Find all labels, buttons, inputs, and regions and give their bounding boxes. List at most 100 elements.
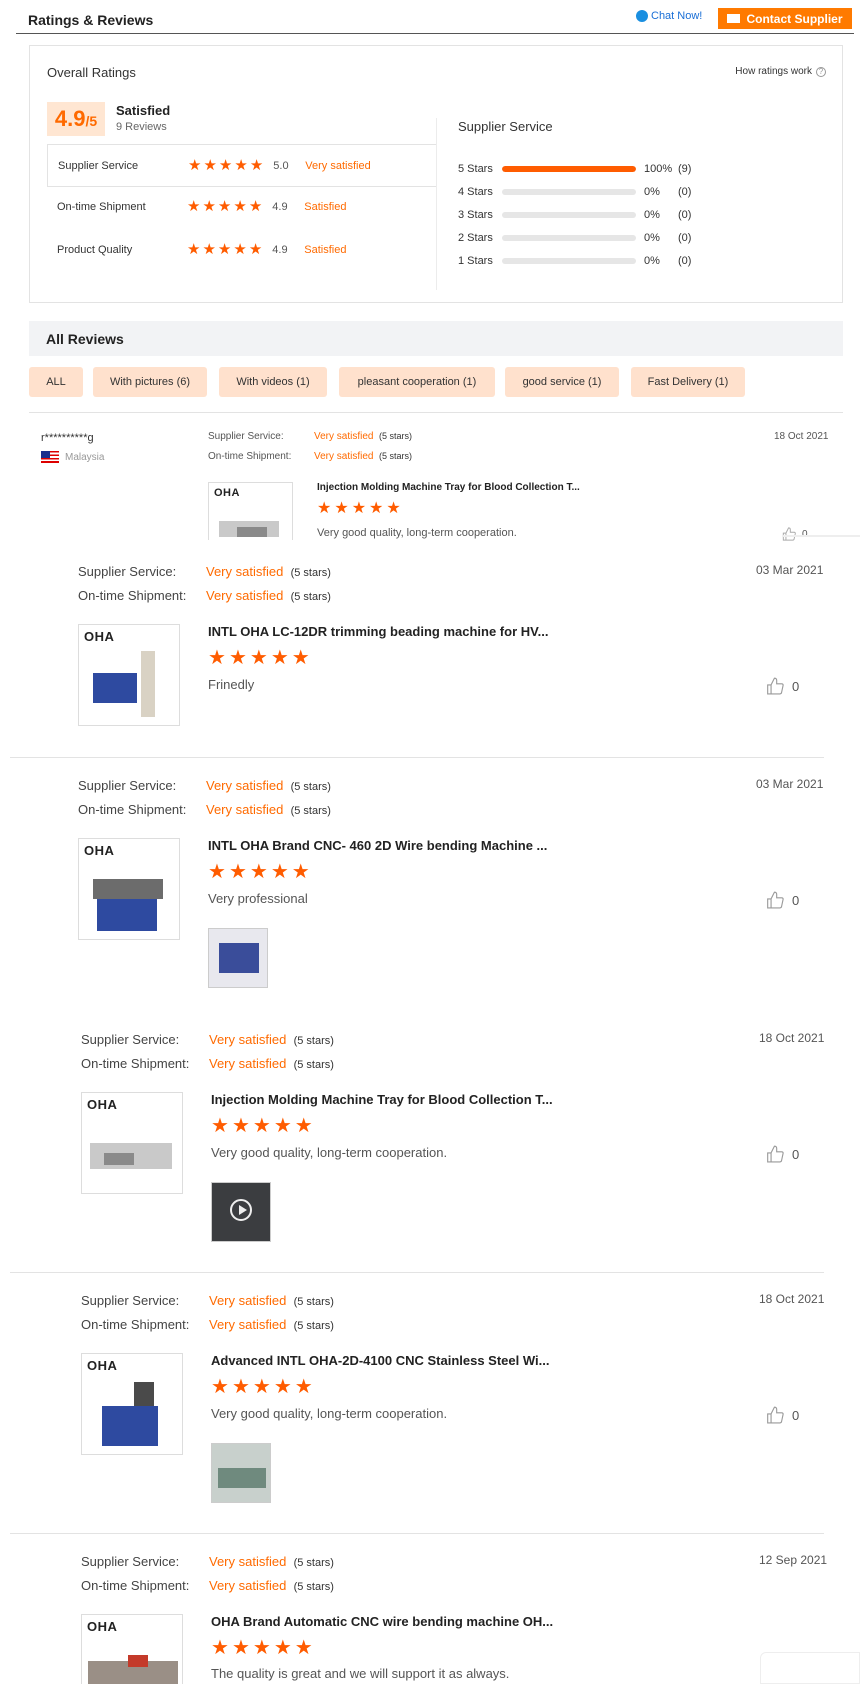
divider xyxy=(10,1272,824,1273)
product-title-link[interactable]: Injection Molding Machine Tray for Blood… xyxy=(317,482,580,493)
meta-stars: (5 stars) xyxy=(290,805,331,817)
product-title-link[interactable]: INTL OHA Brand CNC- 460 2D Wire bending … xyxy=(208,838,547,853)
machine-image xyxy=(102,1406,158,1446)
machine-image xyxy=(134,1382,154,1406)
breakdown-bar-2[interactable]: 2 Stars 0% (0) xyxy=(458,230,691,246)
filter-chip-good-service[interactable]: good service (1) xyxy=(505,367,619,397)
product-title-link[interactable]: Advanced INTL OHA-2D-4100 CNC Stainless … xyxy=(211,1353,549,1368)
meta-value: Very satisfied xyxy=(206,564,284,579)
like-button[interactable]: 0 xyxy=(766,1145,799,1163)
chat-now-link[interactable]: Chat Now! xyxy=(636,10,702,22)
review-comment: Very good quality, long-term cooperation… xyxy=(317,527,517,539)
filter-chip-all[interactable]: ALL xyxy=(29,367,83,397)
filter-chip-with-pictures[interactable]: With pictures (6) xyxy=(93,367,207,397)
like-button[interactable]: 0 xyxy=(782,527,808,541)
star-icon: ★ xyxy=(208,647,226,669)
thumbs-up-icon xyxy=(782,527,796,541)
rating-row-score: 5.0 xyxy=(273,159,289,172)
product-title-link[interactable]: Injection Molding Machine Tray for Blood… xyxy=(211,1092,553,1107)
product-thumbnail[interactable]: OHA xyxy=(78,624,180,726)
section-title: Ratings & Reviews xyxy=(28,12,154,28)
like-count: 0 xyxy=(792,892,800,908)
rating-row-word: Satisfied xyxy=(304,200,347,213)
rating-row-score: 4.9 xyxy=(272,243,288,256)
breakdown-count: (0) xyxy=(678,186,692,198)
rating-row-label: Product Quality xyxy=(57,243,133,256)
review-star-rating: ★ ★ ★ ★ ★ xyxy=(208,862,310,882)
progress-track xyxy=(502,166,636,172)
star-icon: ★ xyxy=(217,241,232,258)
breakdown-count: (9) xyxy=(678,163,692,175)
contact-supplier-button[interactable]: Contact Supplier xyxy=(718,8,852,29)
meta-value: Very satisfied xyxy=(206,802,284,817)
product-title-link[interactable]: OHA Brand Automatic CNC wire bending mac… xyxy=(211,1614,553,1629)
like-button[interactable]: 0 xyxy=(766,1406,799,1424)
filter-chip-fast-delivery[interactable]: Fast Delivery (1) xyxy=(631,367,745,397)
brand-logo: OHA xyxy=(87,1358,118,1373)
rating-row-ontime-shipment[interactable]: On-time Shipment ★ ★ ★ ★ ★ 4.9 Satisfied xyxy=(47,185,436,228)
ontime-shipment-line: On-time Shipment: Very satisfied (5 stars… xyxy=(81,1317,334,1332)
product-thumbnail[interactable]: OHA xyxy=(78,838,180,940)
breakdown-label: 1 Stars xyxy=(458,255,493,267)
rating-row-product-quality[interactable]: Product Quality ★ ★ ★ ★ ★ 4.9 Satisfied xyxy=(47,228,436,271)
contact-supplier-label: Contact Supplier xyxy=(746,11,843,26)
meta-stars: (5 stars) xyxy=(293,1059,334,1071)
meta-stars: (5 stars) xyxy=(290,591,331,603)
breakdown-bar-4[interactable]: 4 Stars 0% (0) xyxy=(458,184,691,200)
like-button[interactable]: 0 xyxy=(766,677,799,695)
product-thumbnail[interactable]: OHA xyxy=(81,1353,183,1455)
product-thumbnail[interactable]: OHA xyxy=(81,1092,183,1194)
how-ratings-work-link[interactable]: How ratings work ? xyxy=(735,66,826,77)
rating-row-word: Satisfied xyxy=(304,243,347,256)
meta-key: On-time Shipment: xyxy=(81,1056,190,1071)
breakdown-bar-1[interactable]: 1 Stars 0% (0) xyxy=(458,253,691,269)
review-comment: The quality is great and we will support… xyxy=(211,1666,510,1681)
reviewer-country: Malaysia xyxy=(41,451,104,463)
star-icon: ★ xyxy=(334,500,349,517)
meta-key: On-time Shipment: xyxy=(78,588,187,603)
star-icon: ★ xyxy=(228,861,247,883)
review-date: 03 Mar 2021 xyxy=(756,777,824,791)
star-icon: ★ xyxy=(351,500,367,517)
chat-icon xyxy=(636,10,648,22)
star-icon: ★ xyxy=(273,1637,292,1659)
star-icon: ★ xyxy=(291,861,310,883)
meta-stars: (5 stars) xyxy=(293,1296,334,1308)
star-icon: ★ xyxy=(231,1115,250,1137)
meta-value: Very satisfied xyxy=(209,1056,287,1071)
breakdown-bar-5[interactable]: 5 Stars 100% (9) xyxy=(458,161,691,177)
product-thumbnail[interactable]: OHA xyxy=(208,482,293,540)
breakdown-bar-3[interactable]: 3 Stars 0% (0) xyxy=(458,207,691,223)
rating-row-supplier-service[interactable]: Supplier Service ★ ★ ★ ★ ★ 5.0 Very satisfie… xyxy=(47,144,436,187)
breakdown-percent: 100% xyxy=(644,163,673,175)
star-icon: ★ xyxy=(248,241,263,258)
rating-row-label: On-time Shipment xyxy=(57,200,146,213)
supplier-service-line: Supplier Service: Very satisfied (5 stars… xyxy=(81,1293,334,1308)
meta-key: Supplier Service: xyxy=(208,431,284,442)
filter-chip-pleasant-cooperation[interactable]: pleasant cooperation (1) xyxy=(339,367,495,397)
filter-chip-with-videos[interactable]: With videos (1) xyxy=(219,367,327,397)
machine-image xyxy=(93,673,137,703)
meta-key: On-time Shipment: xyxy=(78,802,187,817)
product-thumbnail[interactable]: OHA xyxy=(81,1614,183,1684)
meta-stars: (5 stars) xyxy=(293,1581,334,1593)
machine-image xyxy=(128,1655,148,1667)
thumbs-up-icon xyxy=(766,677,784,695)
review-video[interactable] xyxy=(211,1182,271,1242)
thumbs-up-icon xyxy=(766,1406,784,1424)
divider xyxy=(29,412,843,413)
like-button[interactable]: 0 xyxy=(766,891,799,909)
star-rating: ★ ★ ★ ★ ★ xyxy=(188,158,263,173)
ontime-shipment-line: On-time Shipment: Very satisfied (5 stars… xyxy=(81,1056,334,1071)
review-photo[interactable] xyxy=(208,928,268,988)
malaysia-flag-icon xyxy=(41,451,59,463)
meta-stars: (5 stars) xyxy=(379,431,413,441)
star-icon: ★ xyxy=(270,647,289,669)
like-count: 0 xyxy=(792,1146,800,1162)
product-title-link[interactable]: INTL OHA LC-12DR trimming beading machin… xyxy=(208,624,548,639)
review-photo[interactable] xyxy=(211,1443,271,1503)
review-star-rating: ★ ★ ★ ★ ★ xyxy=(317,501,401,517)
meta-value: Very satisfied xyxy=(206,588,284,603)
rating-row-label: Supplier Service xyxy=(58,159,139,172)
star-icon: ★ xyxy=(211,1115,229,1137)
